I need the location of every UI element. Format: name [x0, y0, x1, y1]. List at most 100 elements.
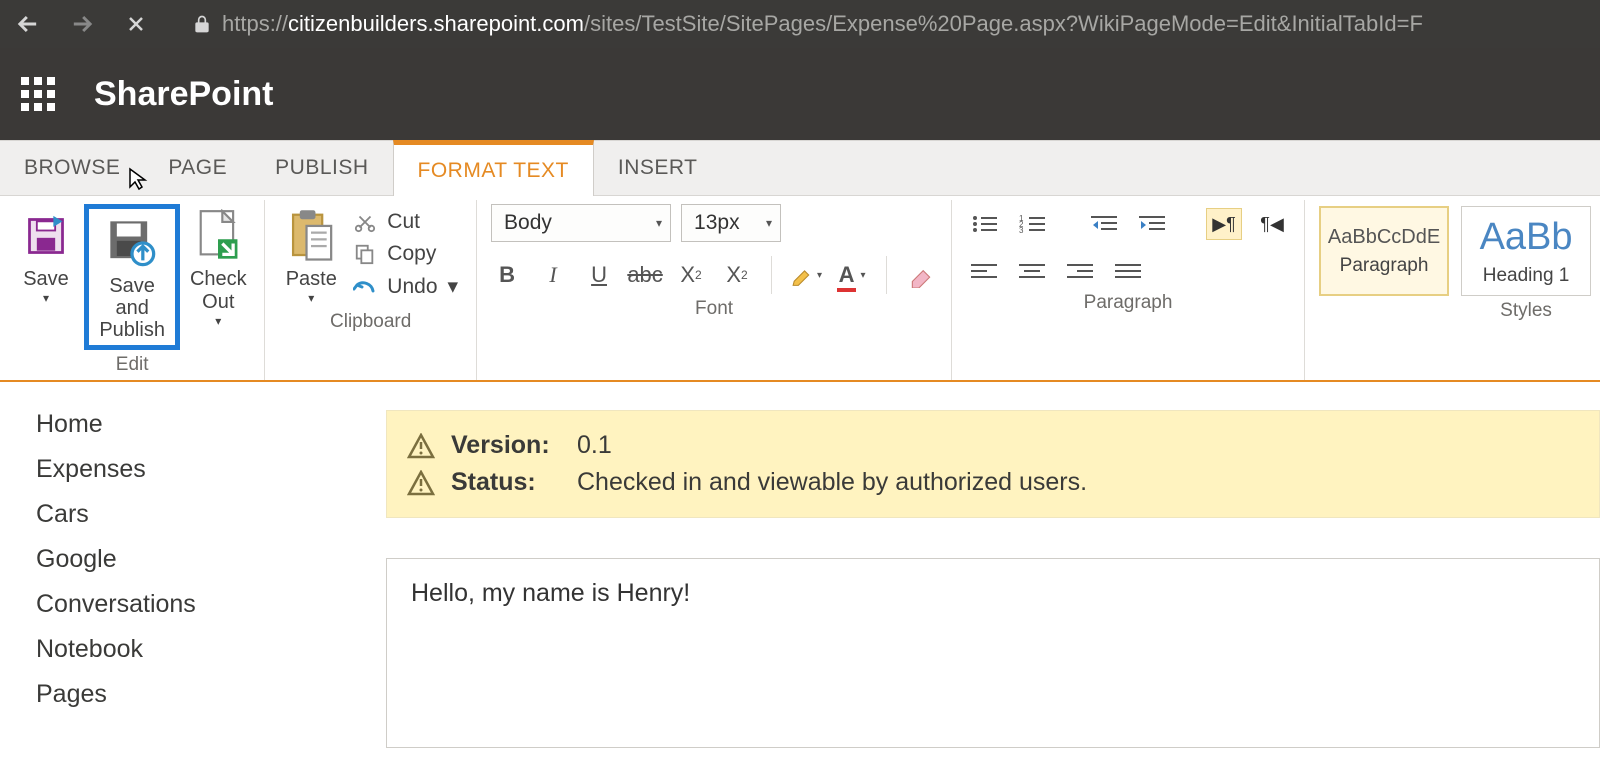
save-publish-icon: [106, 216, 158, 270]
cursor-icon: [128, 167, 148, 191]
style-sample: AaBb: [1480, 216, 1573, 259]
sidebar-item-expenses[interactable]: Expenses: [36, 455, 386, 484]
font-family-value: Body: [504, 211, 552, 235]
main-column: Version: 0.1 Status: Checked in and view…: [386, 382, 1600, 748]
ribbon: Save ▾ Save and Publish: [0, 196, 1600, 382]
bold-button[interactable]: B: [491, 259, 523, 291]
superscript-button[interactable]: X2: [721, 259, 753, 291]
clear-format-button[interactable]: [905, 259, 937, 291]
style-heading-1[interactable]: AaBb Heading 1: [1461, 206, 1591, 296]
copy-label: Copy: [387, 242, 436, 266]
cut-button[interactable]: Cut: [353, 210, 458, 234]
tab-format-text[interactable]: FORMAT TEXT: [393, 140, 594, 196]
copy-button[interactable]: Copy: [353, 242, 458, 266]
font-color-button[interactable]: A▾: [836, 259, 868, 291]
style-paragraph[interactable]: AaBbCcDdE Paragraph: [1319, 206, 1449, 296]
align-justify-button[interactable]: [1110, 256, 1146, 288]
ribbon-group-font: Body ▾ 13px ▾ B I U abc X2 X2 ▾: [477, 200, 952, 380]
forward-button[interactable]: [64, 6, 100, 42]
copy-icon: [353, 243, 377, 265]
indent-icon: [1139, 214, 1165, 234]
tab-browse[interactable]: BROWSE: [0, 141, 144, 195]
url-prefix: https://: [222, 11, 288, 36]
font-family-select[interactable]: Body ▾: [491, 204, 671, 242]
tab-page[interactable]: PAGE: [144, 141, 251, 195]
version-value: 0.1: [577, 431, 612, 460]
style-sample: AaBbCcDdE: [1328, 226, 1440, 249]
align-center-button[interactable]: [1014, 256, 1050, 288]
strikethrough-button[interactable]: abc: [629, 259, 661, 291]
font-size-value: 13px: [694, 211, 740, 235]
underline-button[interactable]: U: [583, 259, 615, 291]
checkout-icon: [196, 209, 240, 263]
ribbon-tabs: BROWSE PAGE PUBLISH FORMAT TEXT INSERT: [0, 140, 1600, 196]
ribbon-group-clipboard: Paste ▾ Cut Copy: [265, 200, 477, 380]
numbers-icon: 123: [1019, 214, 1045, 234]
chevron-down-icon: ▾: [448, 274, 459, 299]
page-editor[interactable]: Hello, my name is Henry!: [386, 558, 1600, 748]
address-bar[interactable]: https://citizenbuilders.sharepoint.com/s…: [192, 11, 1423, 37]
app-launcher-icon[interactable]: [18, 74, 58, 114]
editor-content: Hello, my name is Henry!: [411, 579, 690, 607]
cut-label: Cut: [387, 210, 420, 234]
group-label-clipboard: Clipboard: [330, 307, 411, 337]
url-host: citizenbuilders.sharepoint.com: [288, 11, 584, 36]
style-name: Heading 1: [1483, 265, 1570, 287]
chevron-down-icon: ▾: [766, 216, 772, 230]
italic-button[interactable]: I: [537, 259, 569, 291]
highlight-button[interactable]: ▾: [790, 259, 822, 291]
ltr-button[interactable]: ▶¶: [1206, 208, 1242, 240]
save-and-publish-button[interactable]: Save and Publish: [91, 211, 173, 343]
outdent-icon: [1091, 214, 1117, 234]
align-center-icon: [1019, 262, 1045, 282]
subscript-button[interactable]: X2: [675, 259, 707, 291]
save-label: Save: [23, 268, 69, 291]
ribbon-group-edit: Save ▾ Save and Publish: [0, 200, 265, 380]
chevron-down-icon: ▾: [656, 216, 662, 230]
back-button[interactable]: [10, 6, 46, 42]
save-button[interactable]: Save ▾: [14, 204, 78, 307]
paste-label: Paste: [286, 268, 337, 291]
tab-insert[interactable]: INSERT: [594, 141, 722, 195]
lock-icon: [192, 13, 212, 35]
chevron-down-icon: ▾: [43, 291, 49, 305]
stop-button[interactable]: [118, 6, 154, 42]
save-and-publish-highlight: Save and Publish: [84, 204, 180, 350]
save-publish-label: Save and Publish: [97, 275, 167, 341]
tab-publish[interactable]: PUBLISH: [251, 141, 392, 195]
undo-button[interactable]: Undo ▾: [353, 274, 458, 299]
group-label-paragraph: Paragraph: [1084, 288, 1173, 318]
status-banner: Version: 0.1 Status: Checked in and view…: [386, 410, 1600, 518]
align-right-button[interactable]: [1062, 256, 1098, 288]
undo-label: Undo: [387, 275, 437, 299]
group-label-edit: Edit: [116, 350, 149, 380]
check-out-button[interactable]: Check Out ▾: [186, 204, 250, 330]
status-value: Checked in and viewable by authorized us…: [577, 468, 1087, 497]
sidebar-item-pages[interactable]: Pages: [36, 680, 386, 709]
sidebar-item-conversations[interactable]: Conversations: [36, 590, 386, 619]
save-icon: [24, 214, 68, 258]
undo-icon: [353, 277, 377, 297]
numbered-list-button[interactable]: 123: [1014, 208, 1050, 240]
sidebar-item-home[interactable]: Home: [36, 410, 386, 439]
rtl-button[interactable]: ¶◀: [1254, 208, 1290, 240]
paste-icon: [288, 208, 334, 264]
url-path: /sites/TestSite/SitePages/Expense%20Page…: [584, 11, 1423, 36]
product-title: SharePoint: [94, 75, 273, 114]
highlight-icon: [790, 262, 815, 288]
sidebar-item-google[interactable]: Google: [36, 545, 386, 574]
bulleted-list-button[interactable]: [966, 208, 1002, 240]
font-size-select[interactable]: 13px ▾: [681, 204, 781, 242]
sidebar-item-cars[interactable]: Cars: [36, 500, 386, 529]
align-left-button[interactable]: [966, 256, 1002, 288]
ribbon-group-styles: AaBbCcDdE Paragraph AaBb Heading 1 AaBbC…: [1305, 200, 1600, 380]
indent-button[interactable]: [1134, 208, 1170, 240]
outdent-button[interactable]: [1086, 208, 1122, 240]
align-left-icon: [971, 262, 997, 282]
sharepoint-header: SharePoint: [0, 48, 1600, 140]
warning-icon: [407, 470, 435, 496]
align-right-icon: [1067, 262, 1093, 282]
paste-button[interactable]: Paste ▾: [279, 204, 343, 307]
quick-launch-nav: Home Expenses Cars Google Conversations …: [0, 382, 386, 748]
sidebar-item-notebook[interactable]: Notebook: [36, 635, 386, 664]
